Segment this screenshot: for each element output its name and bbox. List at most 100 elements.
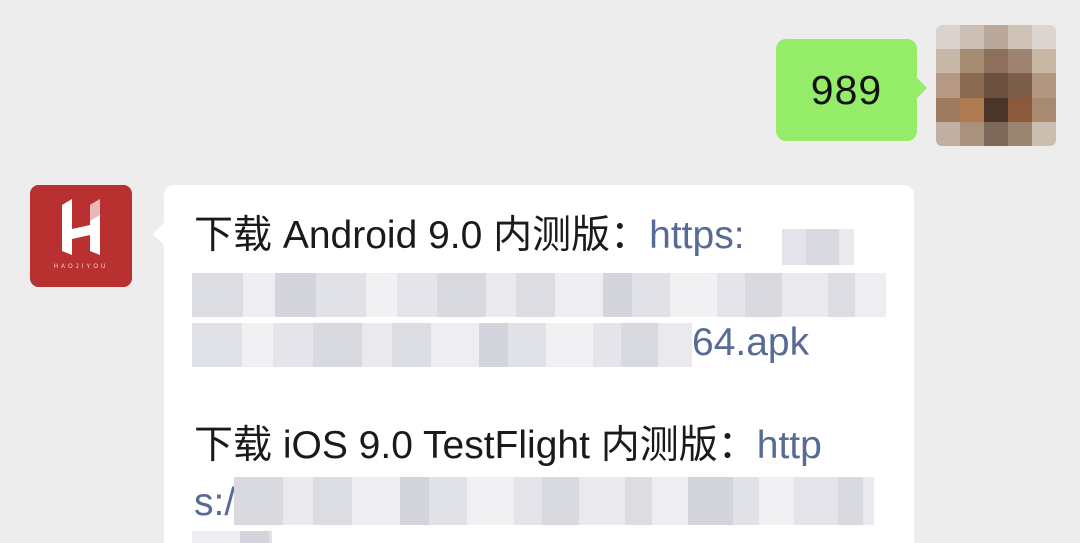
avatar-mosaic-tile <box>936 25 960 50</box>
avatar-mosaic-tile <box>960 49 984 74</box>
mosaic-tile <box>397 273 437 317</box>
redacted-link-part <box>192 323 692 367</box>
mosaic-tile <box>479 323 508 367</box>
mosaic-tile <box>192 323 242 367</box>
mosaic-tile <box>516 273 555 317</box>
mosaic-tile <box>546 323 593 367</box>
avatar-mosaic-tile <box>960 25 984 50</box>
outgoing-message-bubble[interactable]: 989 <box>776 39 927 141</box>
mosaic-tile <box>839 229 854 265</box>
ios-link-start[interactable]: http <box>757 424 822 467</box>
mosaic-tile <box>652 477 688 525</box>
mosaic-tile <box>352 477 400 525</box>
mosaic-tile <box>366 273 397 317</box>
mosaic-tile <box>240 531 269 543</box>
redacted-link-part <box>192 531 272 543</box>
mosaic-tile <box>392 323 431 367</box>
mosaic-tile <box>192 531 240 543</box>
avatar-mosaic-tile <box>1032 97 1056 122</box>
mosaic-tile <box>625 477 652 525</box>
avatar-mosaic-tile <box>984 25 1008 50</box>
mosaic-tile <box>234 477 283 525</box>
mosaic-tile <box>273 323 313 367</box>
mosaic-tile <box>316 273 366 317</box>
avatar-mosaic-tile <box>1032 25 1056 50</box>
mosaic-tile <box>243 273 275 317</box>
mosaic-tile <box>431 323 479 367</box>
mosaic-tile <box>745 273 782 317</box>
mosaic-tile <box>542 477 579 525</box>
mosaic-tile <box>275 273 316 317</box>
haojiyou-avatar[interactable]: HAOJIYOU <box>30 185 132 287</box>
mosaic-tile <box>555 273 603 317</box>
mosaic-tile <box>632 273 670 317</box>
outgoing-message-text: 989 <box>810 66 883 113</box>
mosaic-tile <box>838 477 863 525</box>
avatar-mosaic-tile <box>960 97 984 122</box>
avatar-mosaic-tile <box>984 97 1008 122</box>
mosaic-tile <box>313 323 362 367</box>
mosaic-tile <box>806 229 839 265</box>
mosaic-tile <box>579 477 625 525</box>
haojiyou-logo-icon <box>30 185 132 287</box>
redacted-link-part <box>234 477 874 525</box>
redacted-link-part <box>782 229 854 265</box>
message-line-android: 下载 Android 9.0 内测版：https: <box>194 212 745 260</box>
avatar-mosaic-tile <box>936 121 960 146</box>
mosaic-tile <box>269 531 272 543</box>
mosaic-tile <box>782 229 806 265</box>
android-download-text: 下载 Android 9.0 内测版： <box>194 214 650 257</box>
avatar-mosaic-tile <box>1008 73 1032 98</box>
mosaic-tile <box>362 323 392 367</box>
avatar-mosaic-tile <box>1008 121 1032 146</box>
mosaic-tile <box>688 477 733 525</box>
mosaic-tile <box>313 477 352 525</box>
mosaic-tile <box>717 273 745 317</box>
mosaic-tile <box>794 477 838 525</box>
mosaic-tile <box>621 323 658 367</box>
mosaic-tile <box>658 323 692 367</box>
avatar-mosaic-tile <box>1032 49 1056 74</box>
incoming-message-bubble[interactable]: 下载 Android 9.0 内测版：https: 64.apk 下载 iOS … <box>153 185 914 543</box>
mosaic-tile <box>759 477 794 525</box>
avatar-mosaic-tile <box>984 73 1008 98</box>
avatar-mosaic-tile <box>1008 49 1032 74</box>
mosaic-tile <box>514 477 542 525</box>
mosaic-tile <box>486 273 516 317</box>
avatar-mosaic-tile <box>936 73 960 98</box>
mosaic-tile <box>733 477 759 525</box>
ios-link-continued[interactable]: s:/ <box>194 479 235 527</box>
avatar-mosaic-tile <box>1032 73 1056 98</box>
mosaic-tile <box>863 477 874 525</box>
avatar-mosaic-tile <box>960 121 984 146</box>
mosaic-tile <box>603 273 632 317</box>
mosaic-tile <box>593 323 621 367</box>
mosaic-tile <box>437 273 486 317</box>
message-line-ios: 下载 iOS 9.0 TestFlight 内测版：http <box>194 422 822 470</box>
ios-download-text: 下载 iOS 9.0 TestFlight 内测版： <box>194 424 757 467</box>
avatar-mosaic-tile <box>1032 121 1056 146</box>
mosaic-tile <box>855 273 886 317</box>
mosaic-tile <box>429 477 467 525</box>
chat-area: 989 HAOJIYOU 下载 Android 9.0 内测版：https: 6… <box>0 0 1080 543</box>
mosaic-tile <box>242 323 273 367</box>
android-link-end[interactable]: 64.apk <box>692 319 809 367</box>
mosaic-tile <box>192 273 243 317</box>
android-link-start[interactable]: https: <box>649 214 744 257</box>
avatar-mosaic-tile <box>1008 25 1032 50</box>
avatar-mosaic-tile <box>936 49 960 74</box>
avatar-mosaic-tile <box>936 97 960 122</box>
mosaic-tile <box>670 273 717 317</box>
avatar-mosaic-tile <box>984 121 1008 146</box>
avatar-mosaic-tile <box>960 73 984 98</box>
avatar-mosaic-tile <box>984 49 1008 74</box>
mosaic-tile <box>283 477 313 525</box>
mosaic-tile <box>467 477 514 525</box>
mosaic-tile <box>782 273 828 317</box>
mosaic-tile <box>400 477 429 525</box>
avatar-caption: HAOJIYOU <box>53 264 109 270</box>
user-avatar[interactable] <box>936 25 1056 146</box>
redacted-link-part <box>192 273 886 317</box>
mosaic-tile <box>508 323 546 367</box>
avatar-mosaic-tile <box>1008 97 1032 122</box>
